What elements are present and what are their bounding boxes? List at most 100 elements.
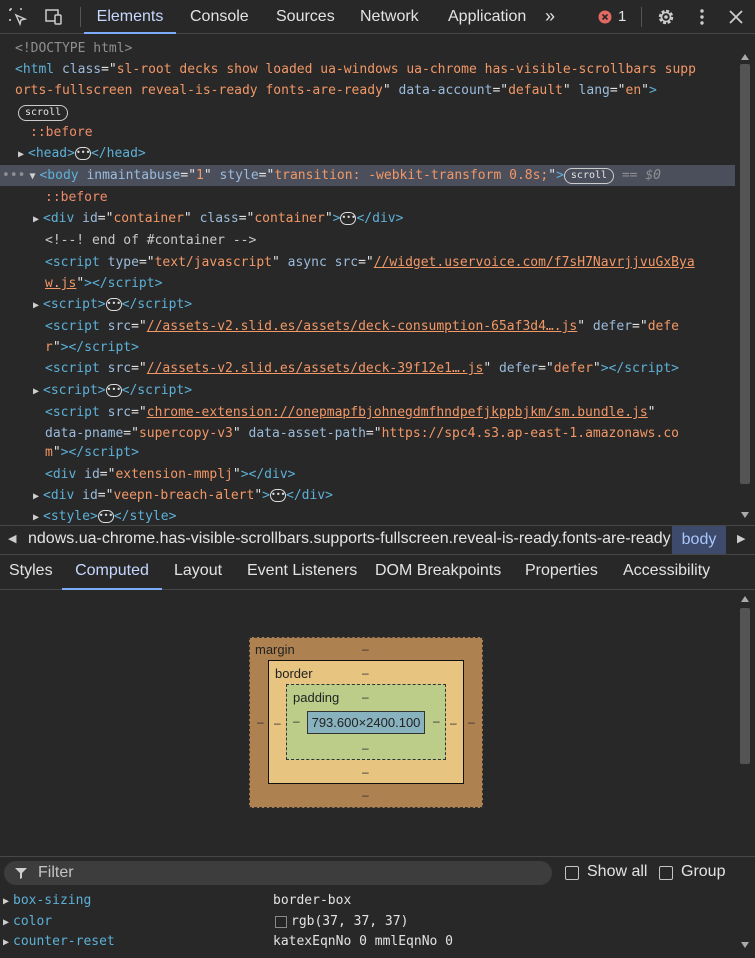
ext-div-id: extension-mmplj [115, 467, 233, 482]
tab-accessibility[interactable]: Accessibility [623, 556, 710, 590]
breadcrumb-path[interactable]: ndows.ua-chrome.has-visible-scrollbars.s… [28, 530, 671, 548]
property-name: counter-reset [13, 934, 115, 949]
expand-arrow-icon[interactable]: ▶ [33, 486, 43, 507]
expand-arrow-icon[interactable]: ▶ [3, 913, 13, 933]
ellipsis-icon[interactable]: ••• [105, 384, 122, 397]
container-id: container [113, 211, 184, 226]
group-checkbox[interactable] [659, 866, 673, 880]
dom-node-veepn-div[interactable]: ▶ <div id="veepn-breach-alert">•••</div> [0, 485, 735, 506]
ellipsis-icon[interactable]: ••• [105, 298, 122, 311]
scroll-left-icon[interactable]: ◀ [8, 532, 16, 545]
property-value: rgb(37, 37, 37) [291, 914, 409, 929]
group-label[interactable]: Group [681, 863, 725, 881]
script-asset-path-cont: m [45, 445, 53, 460]
tab-styles[interactable]: Styles [9, 556, 53, 590]
dom-node-script-collapsed[interactable]: ▶ <script>•••</script> [0, 294, 735, 315]
color-swatch[interactable] [275, 916, 287, 928]
toolbar-divider [80, 7, 81, 27]
dom-node-body-before[interactable]: ::before [0, 187, 735, 208]
error-icon[interactable] [598, 10, 612, 24]
dom-node-comment[interactable]: <!--! end of #container --> [0, 230, 735, 251]
dom-node-doctype[interactable]: <!DOCTYPE html> [0, 38, 735, 59]
margin-top-value: – [362, 642, 369, 656]
tab-network[interactable]: Network [360, 0, 419, 34]
html-class-value: sl-root decks show loaded ua-windows ua-… [116, 62, 696, 77]
dom-node-container[interactable]: ▶ <div id="container" class="container">•… [0, 208, 735, 229]
tab-elements[interactable]: Elements [84, 0, 176, 34]
dom-node-script-extension-cont2[interactable]: m"></script> [0, 442, 735, 463]
script-type: text/javascript [154, 255, 272, 270]
dom-node-script-deck-consumption[interactable]: <script src="//assets-v2.slid.es/assets/… [0, 316, 735, 337]
border-top-value: – [362, 666, 369, 680]
computed-property-row[interactable]: ▶ box-sizing border-box [0, 891, 735, 911]
computed-property-row[interactable]: ▶ color rgb(37, 37, 37) [0, 912, 735, 932]
body-style: transition: -webkit-transform 0.8s; [274, 168, 549, 183]
more-tabs-button[interactable]: » [545, 0, 555, 34]
script-src-link[interactable]: chrome-extension://onepmapfbjohnegdmfhnd… [147, 405, 648, 420]
margin-label: margin [255, 642, 295, 657]
expand-arrow-icon[interactable]: ▶ [33, 209, 43, 230]
ellipsis-icon[interactable]: ••• [270, 489, 286, 502]
dom-node-script-uservoice[interactable]: <script type="text/javascript" async src… [0, 252, 735, 273]
ellipsis-icon[interactable]: ••• [340, 212, 357, 225]
border-bottom-value: – [362, 765, 369, 779]
script-src-link[interactable]: //assets-v2.slid.es/assets/deck-consumpt… [147, 319, 577, 334]
expand-arrow-icon[interactable]: ▶ [18, 144, 28, 165]
dom-node-script-deck-consumption-cont[interactable]: r"></script> [0, 337, 735, 358]
tab-event-listeners[interactable]: Event Listeners [247, 556, 357, 590]
head-tag: head [35, 146, 68, 161]
expand-arrow-icon[interactable]: ▶ [33, 381, 43, 402]
box-content-size[interactable]: 793.600×2400.100 [307, 711, 425, 734]
inspect-element-icon[interactable] [8, 7, 28, 27]
property-value: border-box [273, 893, 352, 908]
error-count[interactable]: 1 [618, 0, 626, 34]
ellipsis-icon[interactable]: ••• [74, 147, 91, 160]
toolbar-divider [641, 7, 642, 27]
dom-node-script-collapsed[interactable]: ▶ <script>•••</script> [0, 380, 735, 401]
show-all-checkbox[interactable] [565, 866, 579, 880]
breadcrumb-current[interactable]: body [672, 526, 726, 554]
computed-property-row[interactable]: ▶ counter-reset katexEqnNo 0 mmlEqnNo 0 [0, 932, 735, 952]
show-all-label[interactable]: Show all [587, 863, 647, 881]
settings-gear-icon[interactable] [656, 7, 676, 27]
dom-node-html[interactable]: <html class="sl-root decks show loaded u… [0, 59, 735, 80]
more-options-icon[interactable] [692, 7, 712, 27]
script-src-link-cont[interactable]: w.js [45, 276, 76, 291]
scroll-badge[interactable]: scroll [563, 167, 615, 184]
tab-sources[interactable]: Sources [276, 0, 335, 34]
computed-scrollbar[interactable] [738, 592, 752, 956]
scroll-right-icon[interactable]: ▶ [737, 532, 745, 545]
expand-arrow-icon[interactable]: ▶ [33, 295, 43, 316]
dom-node-extension-div[interactable]: <div id="extension-mmplj"></div> [0, 464, 735, 485]
dom-node-html-before[interactable]: ::before [0, 122, 735, 143]
filter-input[interactable]: Filter [4, 861, 552, 885]
dom-node-style[interactable]: ▶ <style>•••</style> [0, 506, 735, 524]
dom-node-script-uservoice-cont[interactable]: w.js"></script> [0, 273, 735, 294]
tab-computed[interactable]: Computed [62, 556, 162, 590]
expand-arrow-icon[interactable]: ▶ [33, 507, 43, 524]
tab-dom-breakpoints[interactable]: DOM Breakpoints [375, 556, 501, 590]
expand-arrow-icon[interactable]: ▶ [3, 933, 13, 953]
collapse-arrow-icon[interactable]: ▼ [29, 166, 39, 187]
script-src-link[interactable]: //assets-v2.slid.es/assets/deck-39f12e1…… [147, 361, 484, 376]
dom-node-script-extension-cont[interactable]: data-pname="supercopy-v3" data-asset-pat… [0, 423, 735, 444]
padding-bottom-value: – [362, 741, 369, 755]
script-src-link[interactable]: //widget.uservoice.com/f7sH7NavrjjvuGxBy… [374, 255, 695, 270]
ellipsis-icon[interactable]: ••• [97, 510, 114, 523]
tab-console[interactable]: Console [190, 0, 249, 34]
close-icon[interactable] [726, 7, 746, 27]
dom-node-head[interactable]: ▶ <head>•••</head> [0, 143, 735, 164]
script-defer: defer [553, 361, 593, 376]
scroll-badge[interactable]: scroll [18, 104, 69, 121]
tab-layout[interactable]: Layout [174, 556, 222, 590]
tab-properties[interactable]: Properties [525, 556, 598, 590]
expand-arrow-icon[interactable]: ▶ [3, 892, 13, 912]
dom-node-script-extension[interactable]: <script src="chrome-extension://onepmapf… [0, 402, 735, 423]
dom-scrollbar[interactable] [738, 36, 752, 524]
filter-placeholder: Filter [38, 864, 74, 881]
dom-node-body-selected[interactable]: ••• ▼ <body inmaintabuse="1" style="transi… [0, 165, 735, 186]
dom-node-html-cont[interactable]: orts-fullscreen reveal-is-ready fonts-ar… [0, 80, 735, 101]
dom-node-script-deck[interactable]: <script src="//assets-v2.slid.es/assets/… [0, 358, 735, 379]
device-toolbar-icon[interactable] [44, 7, 64, 27]
tab-application[interactable]: Application [448, 0, 526, 34]
